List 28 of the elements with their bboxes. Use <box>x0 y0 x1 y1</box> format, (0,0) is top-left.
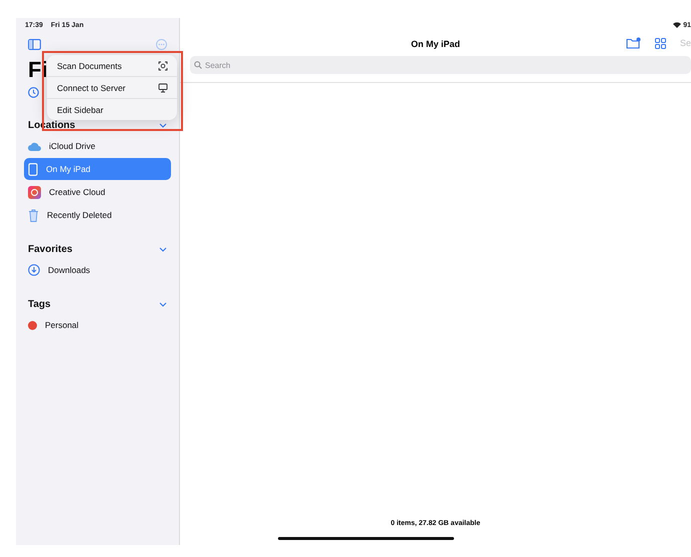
wifi-icon <box>673 22 682 28</box>
chevron-icon[interactable] <box>159 246 167 252</box>
tablet-icon <box>28 162 38 176</box>
sidebar-icon[interactable] <box>28 38 41 50</box>
sidebar-item[interactable]: Recently Deleted <box>24 204 171 226</box>
sidebar-item[interactable]: Downloads <box>24 259 171 281</box>
clock-icon[interactable] <box>28 86 39 98</box>
trash-icon <box>28 208 39 222</box>
menu-item[interactable]: Edit Sidebar <box>47 98 177 120</box>
menu-item[interactable]: Connect to Server <box>47 76 177 98</box>
folder-title: On My iPad <box>410 39 460 49</box>
chevron-icon[interactable] <box>159 302 167 306</box>
section-heading: Favorites <box>28 244 72 254</box>
grid-icon[interactable] <box>654 38 666 48</box>
download-icon <box>28 264 40 276</box>
sidebar-item[interactable]: Creative Cloud <box>24 181 171 203</box>
sidebar-item[interactable]: On My iPad <box>24 158 171 180</box>
chevron-icon[interactable] <box>159 122 167 128</box>
app-icon <box>28 186 41 198</box>
scan-icon <box>158 60 168 70</box>
section-heading: Tags <box>28 298 51 310</box>
monitor-icon <box>158 82 168 92</box>
sidebar-item[interactable]: Personal <box>24 314 171 336</box>
new-folder-icon[interactable] <box>626 37 641 49</box>
cloud-icon <box>28 142 41 150</box>
menu-item[interactable]: Scan Documents <box>47 55 177 76</box>
sidebar-item[interactable]: iCloud Drive <box>24 135 171 157</box>
search-field[interactable]: Search <box>190 56 691 74</box>
